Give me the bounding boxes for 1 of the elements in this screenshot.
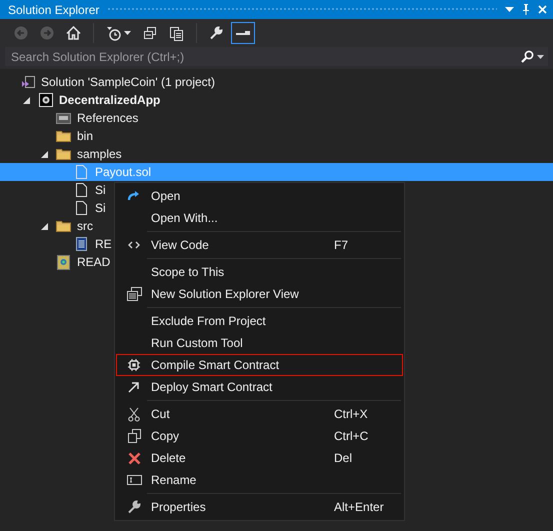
window-title: Solution Explorer	[8, 2, 100, 18]
